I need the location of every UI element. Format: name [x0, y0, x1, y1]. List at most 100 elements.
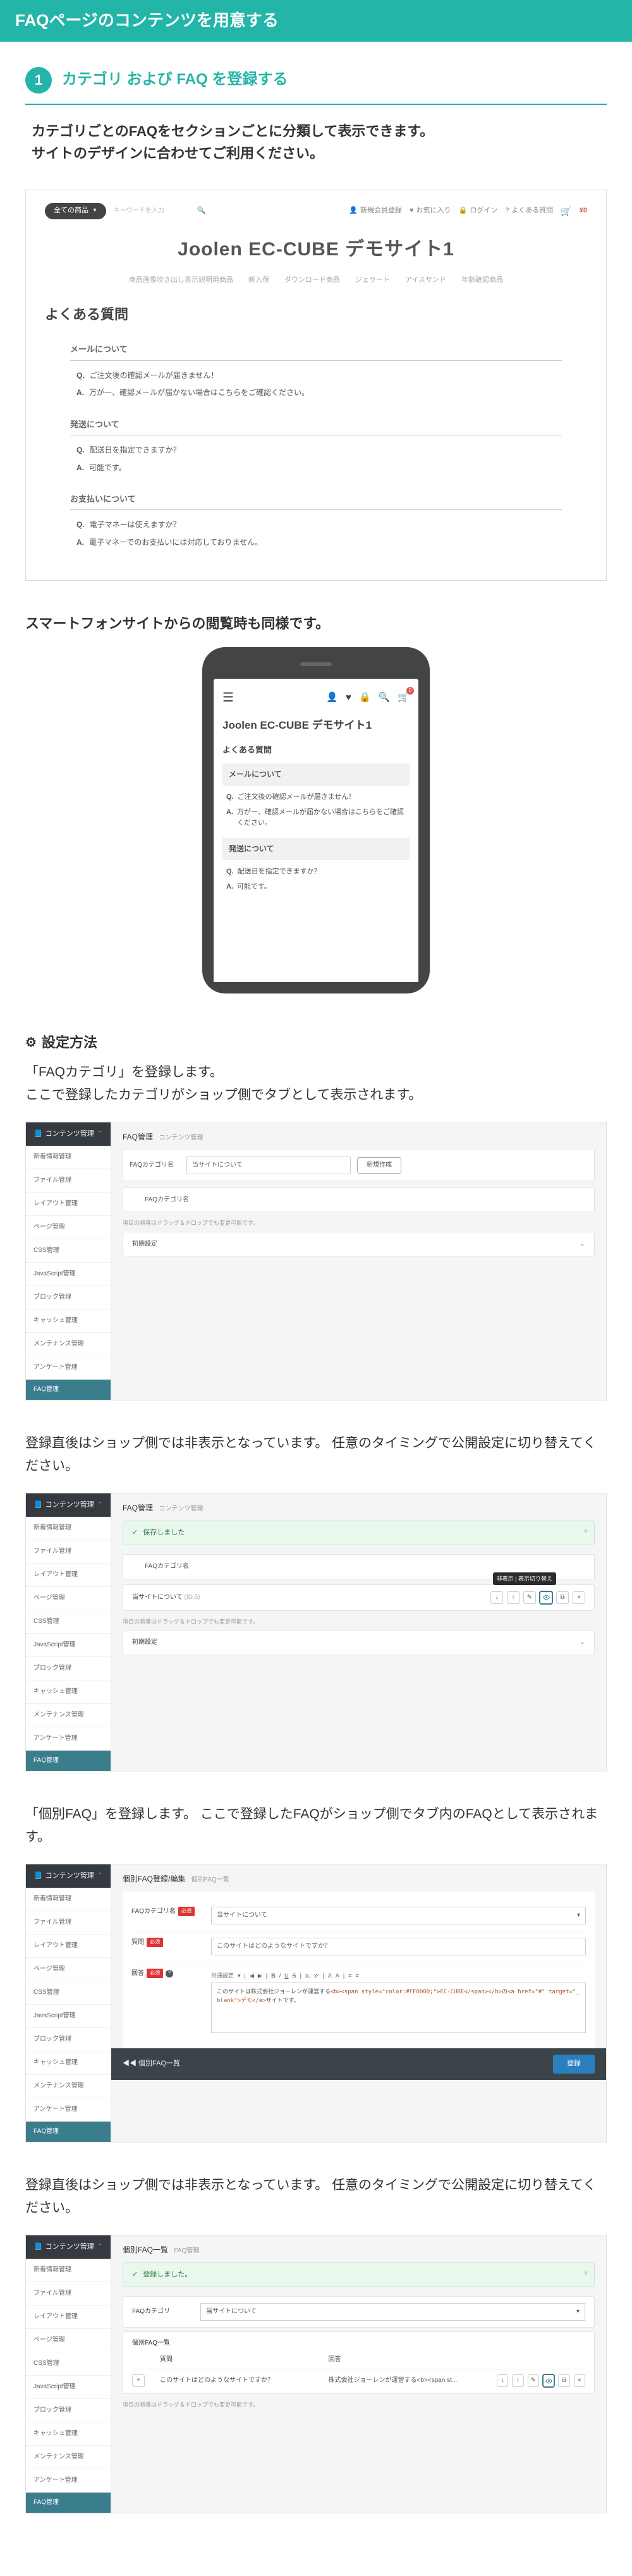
- sidebar-item[interactable]: キャッシュ管理: [26, 2422, 111, 2446]
- new-button[interactable]: 新規作成: [357, 1157, 401, 1174]
- sidebar-heading[interactable]: 📘 コンテンツ管理: [26, 2235, 111, 2259]
- sidebar-item[interactable]: キャッシュ管理: [26, 1309, 111, 1333]
- delete-button[interactable]: ×: [574, 2374, 585, 2387]
- sidebar-heading[interactable]: 📘 コンテンツ管理: [26, 1493, 111, 1517]
- move-down-button[interactable]: ↓: [497, 2374, 508, 2387]
- expand-button[interactable]: +: [132, 2374, 145, 2387]
- user-icon[interactable]: 👤: [326, 690, 338, 705]
- sidebar-item-faq[interactable]: FAQ管理: [26, 2122, 111, 2142]
- search-icon[interactable]: 🔍: [379, 690, 391, 705]
- faq-cat-input[interactable]: 当サイトについて: [186, 1157, 351, 1174]
- back-link[interactable]: ◀◀ 個別FAQ一覧: [123, 2058, 180, 2070]
- sidebar-item[interactable]: ページ管理: [26, 2329, 111, 2352]
- sidebar-item[interactable]: レイアウト管理: [26, 2306, 111, 2329]
- sidebar-item[interactable]: ページ管理: [26, 1587, 111, 1610]
- sidebar-item[interactable]: メンテナンス管理: [26, 1333, 111, 1356]
- sidebar-item[interactable]: ブロック管理: [26, 2399, 111, 2422]
- sidebar-item[interactable]: CSS管理: [26, 2352, 111, 2376]
- toolbar-item[interactable]: x₂: [305, 1971, 310, 1980]
- sidebar-item[interactable]: ブロック管理: [26, 1657, 111, 1680]
- menu-icon[interactable]: ☰: [222, 688, 234, 708]
- toolbar-item[interactable]: ◀: [250, 1971, 254, 1980]
- nav-item[interactable]: 商品画像吹き出し表示説明用商品: [129, 275, 233, 286]
- cart-icon[interactable]: 🛒: [561, 204, 571, 218]
- sidebar-item[interactable]: JavaScript管理: [26, 1263, 111, 1286]
- sidebar-heading[interactable]: 📘 コンテンツ管理: [26, 1864, 111, 1888]
- initial-setting-panel[interactable]: 初期設定: [123, 1630, 595, 1655]
- visibility-toggle[interactable]: [543, 2374, 554, 2387]
- toolbar-item[interactable]: ▾: [238, 1971, 241, 1980]
- lock-icon[interactable]: 🔒: [359, 690, 371, 705]
- search-input[interactable]: キーワードを入力: [114, 206, 190, 216]
- toolbar-item[interactable]: ≡: [355, 1971, 358, 1980]
- sidebar-item[interactable]: メンテナンス管理: [26, 2075, 111, 2098]
- sidebar-item[interactable]: ページ管理: [26, 1216, 111, 1239]
- sidebar-item[interactable]: アンケート管理: [26, 1356, 111, 1380]
- submit-button[interactable]: 登録: [553, 2055, 595, 2074]
- copy-button[interactable]: ⧉: [556, 1591, 569, 1604]
- sidebar-item[interactable]: 新着情報管理: [26, 2259, 111, 2282]
- sidebar-item[interactable]: CSS管理: [26, 1981, 111, 2005]
- sidebar-item[interactable]: 新着情報管理: [26, 1888, 111, 1911]
- editor-toolbar[interactable]: 共通設定 ▾ | ◀ ▶ | B I U S | x₂ x²: [211, 1969, 586, 1983]
- sidebar-item[interactable]: レイアウト管理: [26, 1564, 111, 1587]
- close-icon[interactable]: ×: [584, 2268, 588, 2280]
- nav-login[interactable]: 🔒ログイン: [458, 205, 497, 217]
- toolbar-item[interactable]: ≡: [348, 1971, 351, 1980]
- sidebar-item[interactable]: 新着情報管理: [26, 1517, 111, 1540]
- toolbar-item[interactable]: x²: [314, 1971, 319, 1980]
- sidebar-item[interactable]: ページ管理: [26, 1958, 111, 1981]
- category-select[interactable]: 当サイトについて ▾: [200, 2303, 585, 2321]
- nav-item[interactable]: ダウンロード商品: [284, 275, 340, 286]
- sidebar-item[interactable]: CSS管理: [26, 1610, 111, 1634]
- sidebar-item[interactable]: レイアウト管理: [26, 1935, 111, 1958]
- category-select[interactable]: 当サイトについて ▾: [211, 1907, 586, 1924]
- toolbar-bold[interactable]: B: [271, 1971, 276, 1980]
- search-icon[interactable]: 🔍: [197, 205, 206, 217]
- cart-icon[interactable]: 🛒0: [398, 690, 410, 705]
- sidebar-item[interactable]: JavaScript管理: [26, 1634, 111, 1657]
- move-up-button[interactable]: ↑: [512, 2374, 523, 2387]
- sidebar-item[interactable]: キャッシュ管理: [26, 2051, 111, 2075]
- visibility-toggle[interactable]: [540, 1591, 552, 1604]
- nav-item[interactable]: 新入荷: [248, 275, 269, 286]
- sidebar-heading[interactable]: 📘 コンテンツ管理: [26, 1122, 111, 1146]
- sidebar-item-faq[interactable]: FAQ管理: [26, 2493, 111, 2513]
- move-up-button[interactable]: ↑: [507, 1591, 520, 1604]
- toolbar-item[interactable]: ▶: [258, 1971, 262, 1980]
- nav-register[interactable]: 👤新規会員登録: [349, 205, 402, 217]
- nav-item[interactable]: アイスサンド: [405, 275, 446, 286]
- sidebar-item[interactable]: JavaScript管理: [26, 2005, 111, 2028]
- sidebar-item[interactable]: メンテナンス管理: [26, 2446, 111, 2469]
- sidebar-item[interactable]: アンケート管理: [26, 2469, 111, 2493]
- initial-setting-panel[interactable]: 初期設定: [123, 1232, 595, 1257]
- toolbar-underline[interactable]: U: [284, 1971, 289, 1980]
- sidebar-item[interactable]: ファイル管理: [26, 1911, 111, 1935]
- heart-icon[interactable]: ♥: [346, 690, 351, 705]
- category-pill[interactable]: 全ての商品 ▼: [45, 203, 106, 219]
- sidebar-item[interactable]: アンケート管理: [26, 1727, 111, 1751]
- sidebar-item[interactable]: ファイル管理: [26, 2282, 111, 2306]
- sidebar-item[interactable]: CSS管理: [26, 1239, 111, 1263]
- sidebar-item[interactable]: ブロック管理: [26, 2028, 111, 2051]
- toolbar-strike[interactable]: S: [293, 1971, 296, 1980]
- sidebar-item[interactable]: 新着情報管理: [26, 1146, 111, 1169]
- nav-item[interactable]: ジェラート: [355, 275, 390, 286]
- sidebar-item[interactable]: キャッシュ管理: [26, 1680, 111, 1704]
- sidebar-item[interactable]: ファイル管理: [26, 1169, 111, 1193]
- move-down-button[interactable]: ↓: [490, 1591, 503, 1604]
- toolbar-item[interactable]: 共通設定: [211, 1971, 234, 1980]
- sidebar-item[interactable]: ファイル管理: [26, 1540, 111, 1564]
- toolbar-item[interactable]: A: [336, 1971, 339, 1980]
- sidebar-item[interactable]: アンケート管理: [26, 2098, 111, 2122]
- edit-button[interactable]: ✎: [523, 1591, 536, 1604]
- sidebar-item[interactable]: レイアウト管理: [26, 1193, 111, 1216]
- nav-item[interactable]: 年齢確認商品: [461, 275, 503, 286]
- toolbar-item[interactable]: A: [328, 1971, 332, 1980]
- toolbar-italic[interactable]: I: [279, 1971, 281, 1980]
- close-icon[interactable]: ×: [584, 1526, 588, 1538]
- sidebar-item-faq[interactable]: FAQ管理: [26, 1751, 111, 1771]
- sidebar-item-faq[interactable]: FAQ管理: [26, 1380, 111, 1400]
- help-badge[interactable]: ?: [166, 1970, 173, 1978]
- nav-faq[interactable]: ?よくある質問: [505, 205, 553, 217]
